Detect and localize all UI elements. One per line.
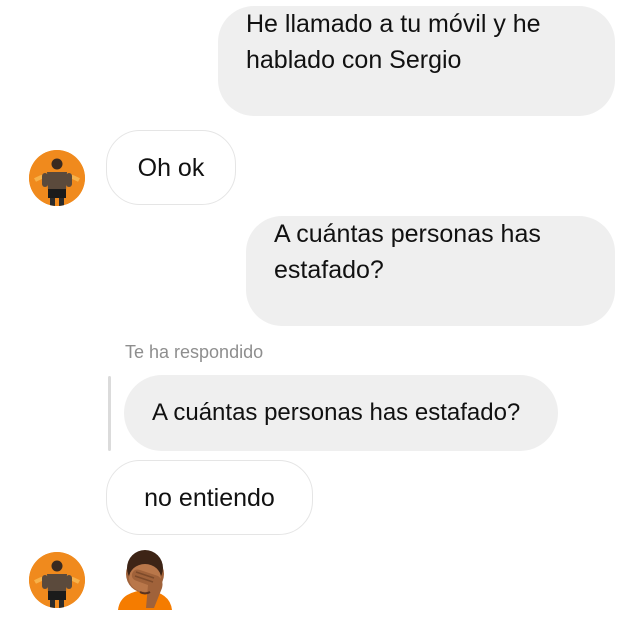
reply-indicator-bar (108, 376, 111, 451)
avatar-icon[interactable] (29, 150, 85, 206)
reply-label: Te ha respondido (125, 342, 264, 362)
sent-message-bubble[interactable]: He llamado a tu móvil y he hablado con S… (218, 6, 615, 116)
avatar-person-icon (29, 552, 85, 608)
chat-thread: He llamado a tu móvil y he hablado con S… (0, 0, 640, 634)
quoted-message[interactable]: A cuántas personas has estafado? (124, 375, 558, 451)
received-message-bubble[interactable]: Oh ok (106, 130, 236, 205)
face-palm-icon (118, 550, 172, 610)
sent-message-bubble[interactable]: A cuántas personas has estafado? (246, 216, 615, 326)
face-palm-emoji[interactable] (114, 548, 176, 610)
avatar-icon[interactable] (29, 552, 85, 608)
avatar-person-icon (29, 150, 85, 206)
received-message-bubble[interactable]: no entiendo (106, 460, 313, 535)
